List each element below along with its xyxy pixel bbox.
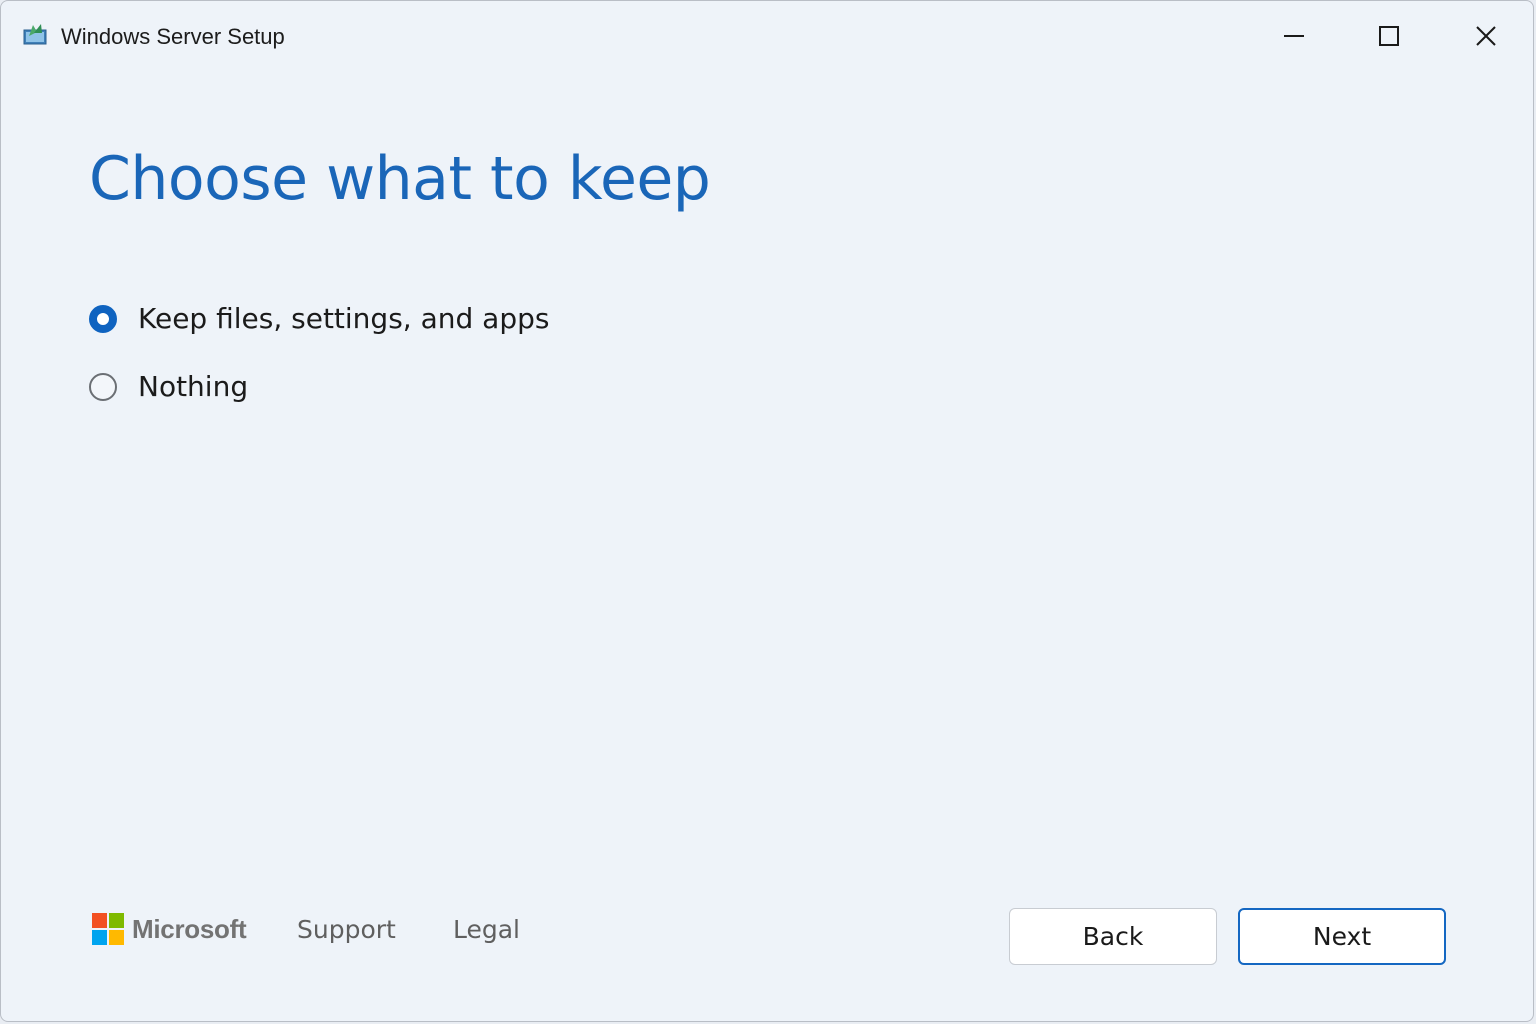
maximize-button[interactable] bbox=[1366, 13, 1412, 59]
maximize-icon bbox=[1379, 26, 1399, 46]
minimize-button[interactable] bbox=[1271, 13, 1317, 59]
legal-link[interactable]: Legal bbox=[453, 913, 520, 947]
option-keep-files[interactable]: Keep files, settings, and apps bbox=[89, 299, 549, 339]
option-label: Keep files, settings, and apps bbox=[138, 302, 550, 335]
setup-app-icon bbox=[23, 23, 47, 45]
minimize-icon bbox=[1284, 35, 1304, 37]
page-title: Choose what to keep bbox=[89, 144, 711, 214]
setup-window: Windows Server Setup Choose what to keep… bbox=[0, 0, 1534, 1022]
microsoft-logo-icon bbox=[92, 913, 124, 945]
close-icon bbox=[1476, 26, 1496, 46]
back-button[interactable]: Back bbox=[1009, 908, 1217, 965]
microsoft-brand-text: Microsoft bbox=[132, 914, 247, 944]
radio-unselected[interactable] bbox=[89, 373, 117, 401]
title-bar[interactable]: Windows Server Setup bbox=[1, 1, 1533, 71]
support-link[interactable]: Support bbox=[297, 913, 396, 947]
window-title: Windows Server Setup bbox=[61, 24, 285, 49]
option-nothing[interactable]: Nothing bbox=[89, 367, 248, 407]
radio-selected[interactable] bbox=[89, 305, 117, 333]
option-label: Nothing bbox=[138, 370, 249, 403]
next-button[interactable]: Next bbox=[1238, 908, 1446, 965]
close-button[interactable] bbox=[1463, 13, 1509, 59]
